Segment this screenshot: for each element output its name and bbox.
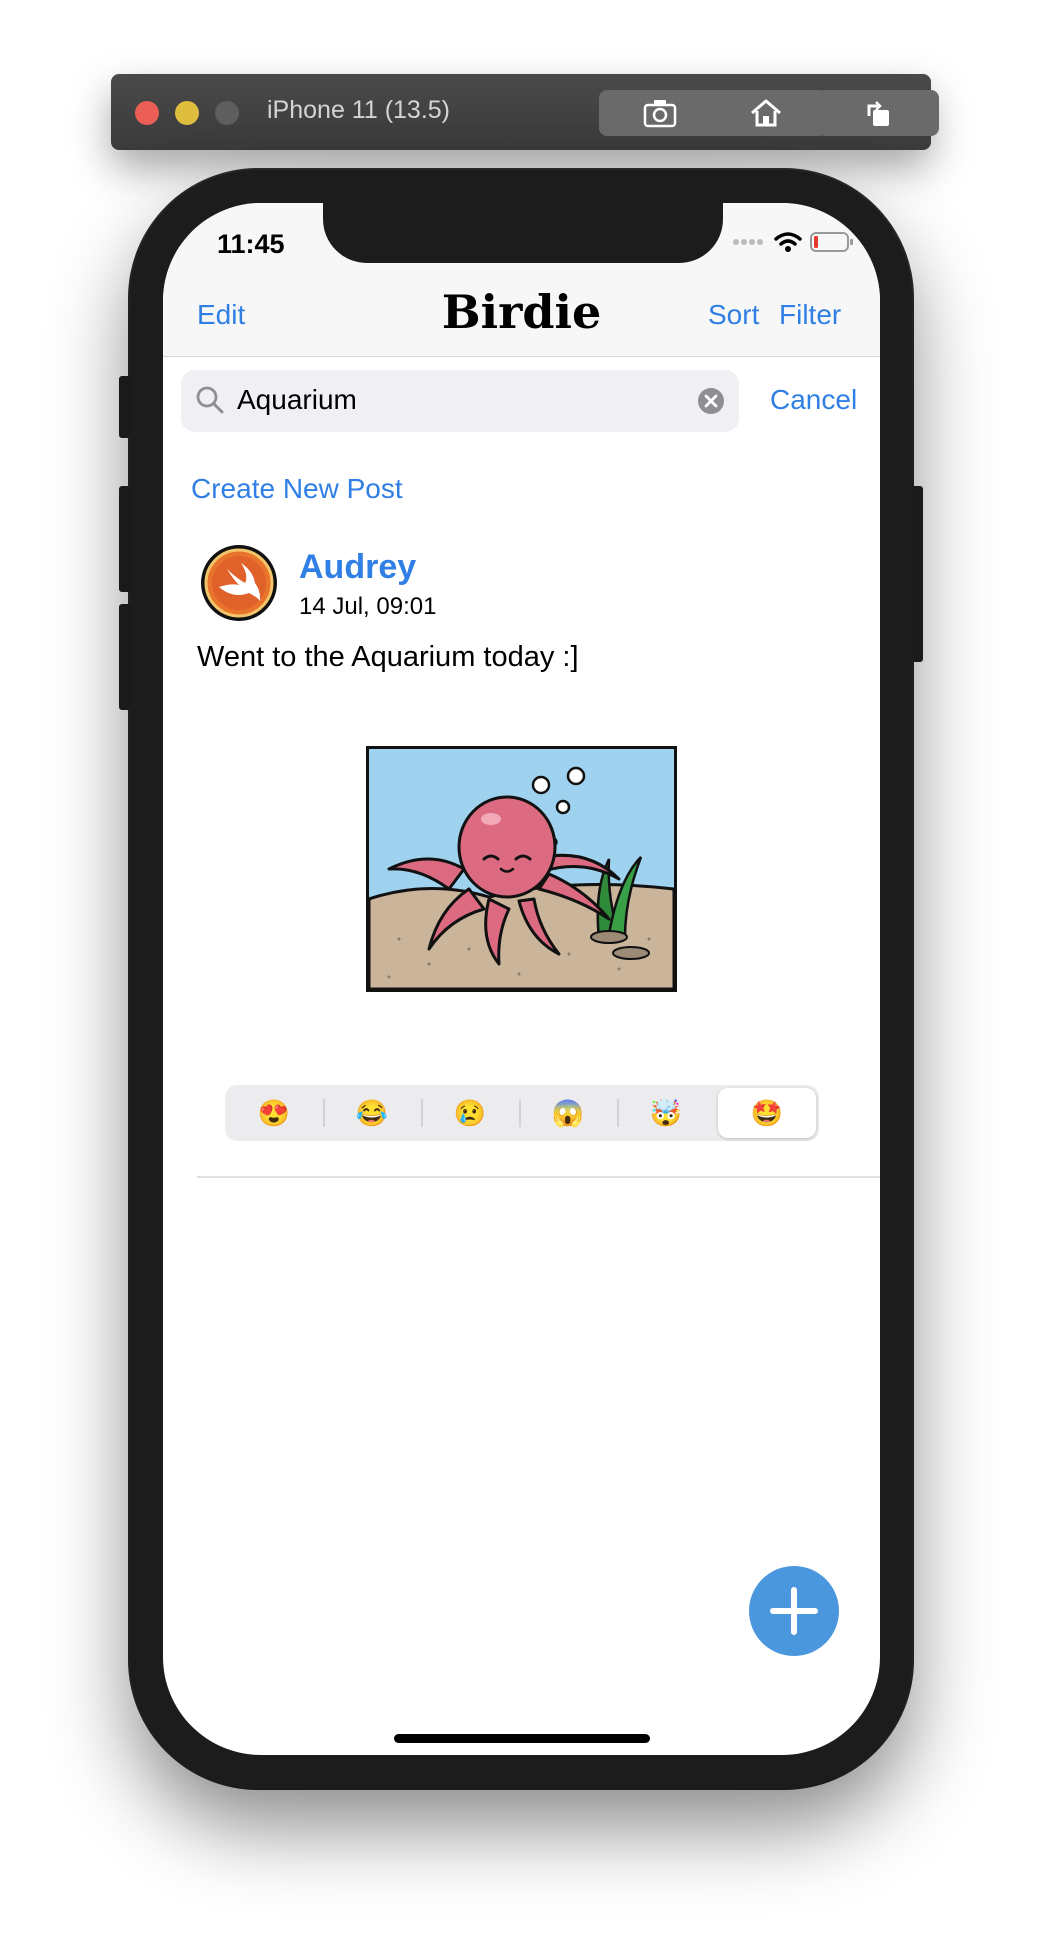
home-icon [751, 99, 781, 127]
search-bar[interactable]: Aquarium [181, 370, 739, 432]
post-divider [197, 1176, 880, 1178]
reaction-crying[interactable]: 😢 [421, 1085, 519, 1141]
home-indicator[interactable] [394, 1734, 650, 1743]
home-button[interactable] [705, 90, 827, 136]
edit-button[interactable]: Edit [197, 299, 245, 331]
close-window-button[interactable] [135, 101, 159, 125]
search-input[interactable]: Aquarium [237, 384, 357, 416]
filter-button[interactable]: Filter [779, 299, 841, 331]
post-author[interactable]: Audrey [299, 548, 416, 587]
add-post-button[interactable] [749, 1566, 839, 1656]
minimize-window-button[interactable] [175, 101, 199, 125]
sort-button[interactable]: Sort [708, 299, 759, 331]
battery-icon [810, 232, 853, 252]
mute-switch [119, 376, 131, 438]
notch [323, 203, 723, 263]
create-new-post-button[interactable]: Create New Post [191, 473, 403, 505]
reaction-mind-blown[interactable]: 🤯 [617, 1085, 715, 1141]
simulator-toolbar: iPhone 11 (13.5) [111, 74, 939, 150]
reaction-screaming[interactable]: 😱 [519, 1085, 617, 1141]
rotate-icon [867, 101, 889, 126]
search-icon [196, 386, 224, 414]
signal-icon [733, 239, 763, 245]
side-button [911, 486, 923, 662]
screenshot-button[interactable] [599, 90, 721, 136]
clear-search-icon[interactable] [697, 387, 725, 415]
post-text: Went to the Aquarium today :] [197, 641, 579, 673]
status-time: 11:45 [217, 229, 285, 259]
zoom-window-button[interactable] [215, 101, 239, 125]
app-title: Birdie [441, 285, 602, 339]
volume-down-button [119, 604, 131, 710]
status-icons [732, 231, 854, 253]
volume-up-button [119, 486, 131, 592]
avatar [201, 545, 277, 621]
cancel-search-button[interactable]: Cancel [770, 384, 857, 416]
reaction-star-struck[interactable]: 🤩 [718, 1088, 816, 1138]
wifi-icon [774, 232, 802, 252]
post-date: 14 Jul, 09:01 [299, 593, 437, 620]
simulator-title: iPhone 11 (13.5) [267, 96, 450, 124]
reaction-selector: 😍 😂 😢 😱 🤯 🤩 [225, 1085, 819, 1141]
reaction-laughing[interactable]: 😂 [323, 1085, 421, 1141]
screenshot-icon [643, 100, 677, 128]
reaction-heart-eyes[interactable]: 😍 [225, 1085, 323, 1141]
swift-logo-icon [204, 548, 274, 618]
app-screen: Birdie Edit Sort Filter 11:45 Aquarium C… [163, 203, 880, 1755]
rotate-button[interactable] [817, 90, 939, 136]
octopus-illustration [369, 749, 674, 989]
post-image[interactable] [366, 746, 677, 992]
plus-icon [770, 1587, 818, 1635]
